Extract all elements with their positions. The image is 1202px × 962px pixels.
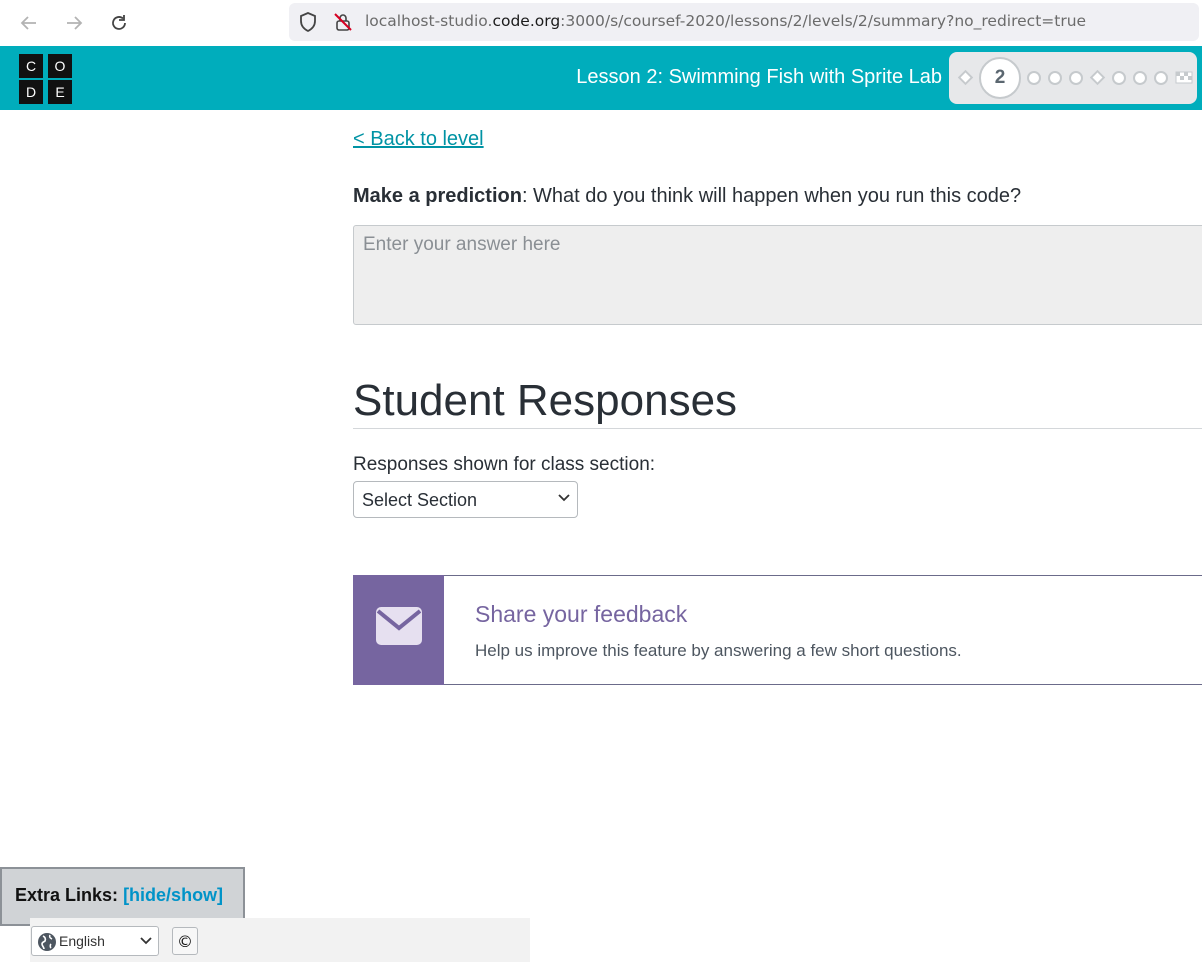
finish-flag-icon[interactable]	[1175, 71, 1193, 85]
current-level-bubble[interactable]: 2	[979, 57, 1021, 99]
logo-letter: C	[19, 54, 43, 78]
feedback-icon-box	[353, 575, 444, 685]
globe-icon	[38, 933, 56, 951]
forward-arrow-icon[interactable]	[59, 8, 89, 38]
answer-textarea[interactable]: Enter your answer here	[353, 225, 1202, 325]
student-responses-heading: Student Responses	[353, 376, 738, 425]
chevron-down-icon	[140, 937, 152, 945]
logo-letter: E	[48, 80, 72, 104]
level-bubble[interactable]	[1133, 71, 1147, 85]
responses-label: Responses shown for class section:	[353, 454, 656, 475]
language-value: English	[59, 933, 105, 949]
url-text[interactable]: localhost-studio.code.org:3000/s/coursef…	[365, 12, 1086, 30]
address-bar[interactable]: localhost-studio.code.org:3000/s/coursef…	[289, 3, 1199, 41]
prompt-text: : What do you think will happen when you…	[521, 185, 1022, 207]
lesson-header: C O D E Lesson 2: Swimming Fish with Spr…	[0, 46, 1202, 110]
insecure-lock-icon[interactable]	[333, 12, 353, 32]
language-select[interactable]: English	[31, 926, 159, 956]
logo-letter: D	[19, 80, 43, 104]
feedback-banner[interactable]: Share your feedback Help us improve this…	[353, 575, 1202, 685]
level-bubble[interactable]	[1112, 71, 1126, 85]
extra-links-label: Extra Links:	[15, 885, 119, 905]
logo-letter: O	[48, 54, 72, 78]
feedback-title[interactable]: Share your feedback	[475, 601, 687, 628]
section-select-value: Select Section	[362, 490, 478, 510]
level-bubble[interactable]	[1069, 71, 1083, 85]
heading-divider	[353, 428, 1202, 429]
level-bubble[interactable]	[1027, 71, 1041, 85]
browser-toolbar: localhost-studio.code.org:3000/s/coursef…	[0, 0, 1202, 46]
code-org-logo[interactable]: C O D E	[19, 54, 72, 104]
section-select[interactable]: Select Section	[353, 481, 578, 518]
extra-links-text: Extra Links: [hide/show]	[15, 885, 223, 906]
level-progress: 2	[949, 52, 1197, 104]
back-to-level-link[interactable]: < Back to level	[353, 128, 484, 151]
shield-icon[interactable]	[299, 12, 317, 32]
level-diamond[interactable]	[957, 69, 974, 86]
envelope-icon	[376, 607, 422, 645]
level-diamond[interactable]	[1089, 69, 1106, 86]
hide-show-link[interactable]: [hide/show]	[123, 885, 223, 905]
feedback-description: Help us improve this feature by answerin…	[475, 641, 962, 660]
chevron-down-icon	[558, 494, 570, 502]
reload-icon[interactable]	[104, 8, 134, 38]
back-arrow-icon[interactable]	[14, 8, 44, 38]
lesson-title[interactable]: Lesson 2: Swimming Fish with Sprite Lab	[576, 66, 942, 89]
answer-placeholder: Enter your answer here	[363, 234, 561, 255]
level-bubble[interactable]	[1048, 71, 1062, 85]
prompt-bold: Make a prediction	[353, 185, 522, 207]
level-bubble[interactable]	[1154, 71, 1168, 85]
prediction-prompt: Make a prediction: What do you think wil…	[353, 185, 1021, 208]
footer: English ©	[30, 918, 530, 962]
copyright-button[interactable]: ©	[172, 927, 198, 955]
